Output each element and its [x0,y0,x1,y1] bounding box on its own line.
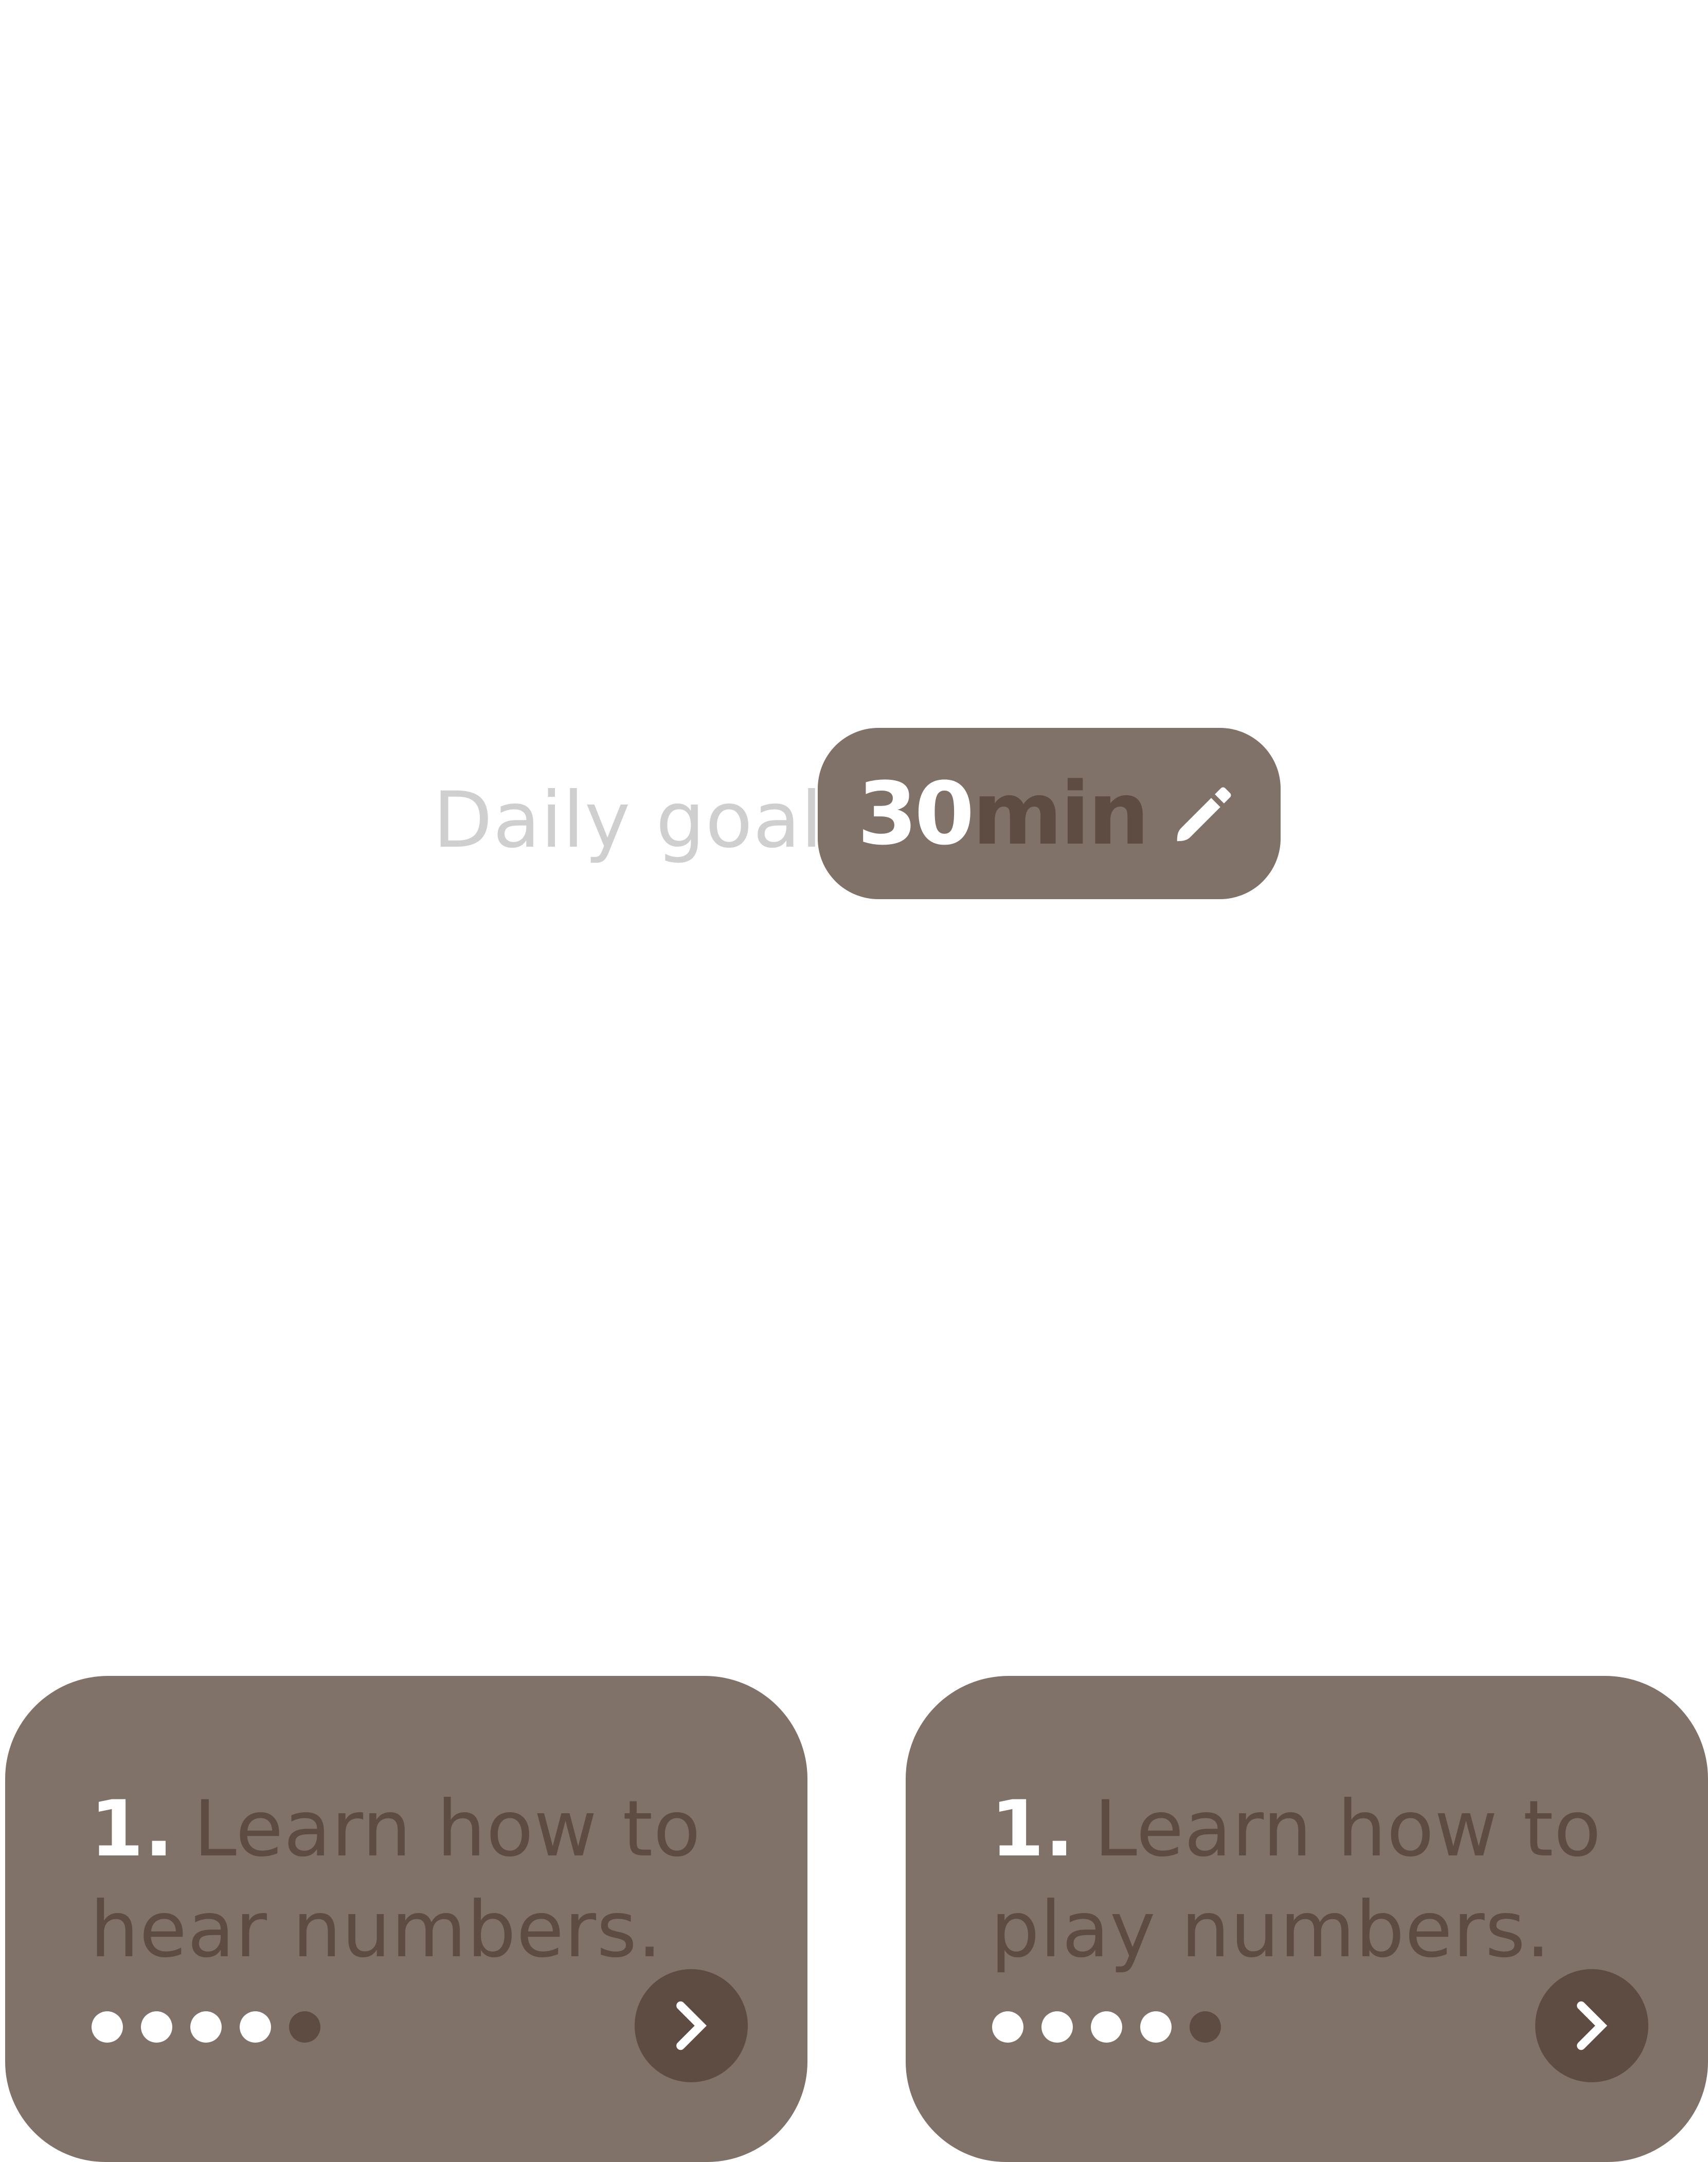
lesson-card-play-numbers[interactable]: 1. Learn how to play numbers. [906,1676,1708,2162]
progress-dot-complete [92,2011,123,2043]
progress-dot-complete [240,2011,271,2043]
progress-dot-complete [190,2011,222,2043]
daily-goal-unit: min [972,763,1149,864]
daily-goal-value: 30 [857,763,975,864]
progress-dot-complete [141,2011,172,2043]
lesson-next-button[interactable] [1535,1969,1648,2082]
lesson-number: 1. [90,1784,174,1874]
daily-goal-edit-button[interactable]: 30 min [818,728,1281,899]
progress-dot-complete [1140,2011,1172,2043]
chevron-right-icon [676,2001,707,2050]
progress-dot-incomplete [289,2011,320,2043]
lesson-title-text: Learn how to play numbers. [991,1784,1602,1975]
lesson-number: 1. [991,1784,1075,1874]
daily-goal-label: Daily goal [433,776,823,865]
pencil-icon [1177,787,1231,841]
lesson-card-hear-numbers[interactable]: 1. Learn how to hear numbers. [5,1676,807,2162]
progress-dot-complete [1041,2011,1073,2043]
lesson-title: 1. Learn how to hear numbers. [90,1779,733,1980]
progress-dot-complete [1091,2011,1122,2043]
lesson-progress-dots [92,2010,338,2043]
lesson-progress-dots [992,2010,1239,2043]
lesson-next-button[interactable] [635,1969,748,2082]
lesson-title: 1. Learn how to play numbers. [991,1779,1633,1980]
progress-dot-incomplete [1190,2011,1221,2043]
lesson-title-text: Learn how to hear numbers. [90,1784,702,1975]
chevron-right-icon [1577,2001,1608,2050]
progress-dot-complete [992,2011,1023,2043]
